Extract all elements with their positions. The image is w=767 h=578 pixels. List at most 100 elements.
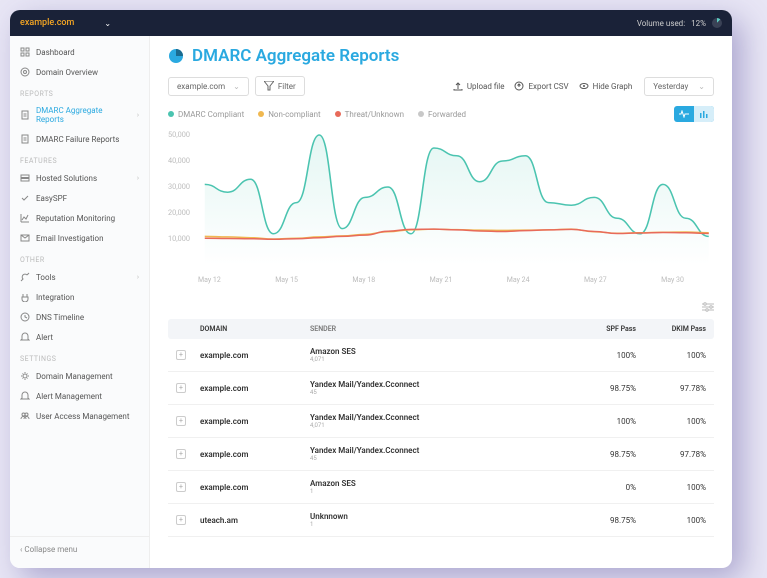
- cell-spf: 98.75%: [566, 450, 636, 459]
- chevron-down-icon: ⌄: [698, 82, 705, 91]
- cell-dkim: 100%: [636, 516, 706, 525]
- report-icon: [20, 134, 30, 144]
- report-icon: [20, 110, 30, 120]
- pulse-icon: [679, 110, 689, 118]
- domain-dropdown-value: example.com: [177, 82, 225, 91]
- table-row: +example.comAmazon SES10%100%: [168, 471, 714, 504]
- sidebar-item-label: User Access Management: [36, 412, 129, 421]
- cell-sender: Amazon SES4,071: [310, 347, 566, 363]
- body: DashboardDomain Overview REPORTS DMARC A…: [10, 36, 732, 568]
- expand-button[interactable]: +: [176, 350, 186, 360]
- sidebar-item-label: Reputation Monitoring: [36, 214, 115, 223]
- sidebar-item-settings-2[interactable]: User Access Management: [10, 406, 149, 426]
- sidebar-item-reports-0[interactable]: DMARC Aggregate Reports›: [10, 101, 149, 129]
- cell-domain: example.com: [200, 351, 310, 360]
- collapse-menu[interactable]: ‹ Collapse menu: [10, 536, 149, 562]
- sidebar-item-label: Integration: [36, 293, 74, 302]
- chevron-right-icon: ›: [137, 174, 139, 182]
- sidebar-item-reports-1[interactable]: DMARC Failure Reports: [10, 129, 149, 149]
- chevron-down-icon: ⌄: [104, 19, 111, 28]
- sidebar-item-label: Email Investigation: [36, 234, 104, 243]
- volume-label: Volume used:: [637, 19, 685, 28]
- sidebar-item-label: Domain Management: [36, 372, 113, 381]
- cell-dkim: 100%: [636, 417, 706, 426]
- cell-spf: 0%: [566, 483, 636, 492]
- target-icon: [20, 67, 30, 77]
- toolbar: example.com ⌄ Filter Upload file Export …: [168, 76, 714, 96]
- topbar: example.com ⌄ Volume used: 12%: [10, 10, 732, 36]
- cell-domain: uteach.am: [200, 516, 310, 525]
- bell-icon: [20, 391, 30, 401]
- page-title-text: DMARC Aggregate Reports: [192, 46, 399, 66]
- cell-spf: 100%: [566, 351, 636, 360]
- legend-dot-icon: [335, 111, 341, 117]
- legend-item-2[interactable]: Threat/Unknown: [335, 110, 404, 119]
- domain-selector-value: example.com: [20, 18, 74, 28]
- bar-view-button[interactable]: [694, 106, 714, 122]
- sidebar-header-settings: SETTINGS: [10, 347, 149, 366]
- collapse-label: Collapse menu: [24, 545, 77, 554]
- sidebar-item-features-0[interactable]: Hosted Solutions›: [10, 168, 149, 188]
- cell-dkim: 97.78%: [636, 450, 706, 459]
- legend-item-0[interactable]: DMARC Compliant: [168, 110, 244, 119]
- chart-icon: [20, 213, 30, 223]
- domain-dropdown[interactable]: example.com ⌄: [168, 77, 249, 96]
- sidebar-item-label: Dashboard: [36, 48, 75, 57]
- sidebar-item-other-1[interactable]: Integration: [10, 287, 149, 307]
- upload-icon: [453, 81, 463, 91]
- svg-text:30,000: 30,000: [168, 182, 190, 191]
- line-view-button[interactable]: [674, 106, 694, 122]
- chart: 10,00020,00030,00040,00050,000: [168, 130, 714, 280]
- sidebar-item-features-1[interactable]: EasySPF: [10, 188, 149, 208]
- sidebar-item-other-2[interactable]: DNS Timeline: [10, 307, 149, 327]
- gear-icon: [20, 371, 30, 381]
- date-selector[interactable]: Yesterday ⌄: [644, 77, 714, 96]
- table-header: DOMAIN SENDER SPF Pass DKIM Pass: [168, 319, 714, 339]
- sidebar-item-other-3[interactable]: Alert: [10, 327, 149, 347]
- expand-button[interactable]: +: [176, 416, 186, 426]
- hide-graph-button[interactable]: Hide Graph: [579, 81, 633, 91]
- expand-button[interactable]: +: [176, 482, 186, 492]
- legend-dot-icon: [418, 111, 424, 117]
- cell-sender: Yandex Mail/Yandex.Cconnect45: [310, 380, 566, 396]
- volume-pct: 12%: [691, 19, 706, 28]
- sidebar-item-label: Tools: [36, 273, 56, 282]
- cell-dkim: 100%: [636, 351, 706, 360]
- legend-dot-icon: [258, 111, 264, 117]
- chart-svg: 10,00020,00030,00040,00050,000: [168, 130, 714, 280]
- filter-label: Filter: [278, 82, 296, 91]
- filter-button[interactable]: Filter: [255, 76, 305, 96]
- expand-button[interactable]: +: [176, 449, 186, 459]
- funnel-icon: [264, 81, 274, 91]
- sidebar-item-main-1[interactable]: Domain Overview: [10, 62, 149, 82]
- legend-item-3[interactable]: Forwarded: [418, 110, 466, 119]
- cell-sender: Amazon SES1: [310, 479, 566, 495]
- th-sender: SENDER: [310, 325, 566, 333]
- expand-button[interactable]: +: [176, 515, 186, 525]
- sidebar-item-other-0[interactable]: Tools›: [10, 267, 149, 287]
- sidebar-item-label: EasySPF: [36, 194, 67, 203]
- cell-spf: 98.75%: [566, 384, 636, 393]
- svg-text:20,000: 20,000: [168, 208, 190, 217]
- sidebar-item-main-0[interactable]: Dashboard: [10, 42, 149, 62]
- clock-icon: [20, 312, 30, 322]
- legend-item-1[interactable]: Non-compliant: [258, 110, 320, 119]
- cell-spf: 98.75%: [566, 516, 636, 525]
- bell-icon: [20, 332, 30, 342]
- sidebar-item-settings-1[interactable]: Alert Management: [10, 386, 149, 406]
- cell-domain: example.com: [200, 417, 310, 426]
- sidebar-item-settings-0[interactable]: Domain Management: [10, 366, 149, 386]
- upload-button[interactable]: Upload file: [453, 81, 505, 91]
- export-button[interactable]: Export CSV: [514, 81, 568, 91]
- legend-label: Threat/Unknown: [345, 110, 404, 119]
- cell-domain: example.com: [200, 384, 310, 393]
- domain-selector[interactable]: example.com ⌄: [20, 18, 111, 28]
- table-settings-button[interactable]: [168, 302, 714, 315]
- svg-text:40,000: 40,000: [168, 156, 190, 165]
- sidebar-item-features-3[interactable]: Email Investigation: [10, 228, 149, 248]
- page-title: DMARC Aggregate Reports: [168, 46, 714, 66]
- legend-label: Forwarded: [428, 110, 466, 119]
- upload-label: Upload file: [467, 82, 505, 91]
- sidebar-item-features-2[interactable]: Reputation Monitoring: [10, 208, 149, 228]
- expand-button[interactable]: +: [176, 383, 186, 393]
